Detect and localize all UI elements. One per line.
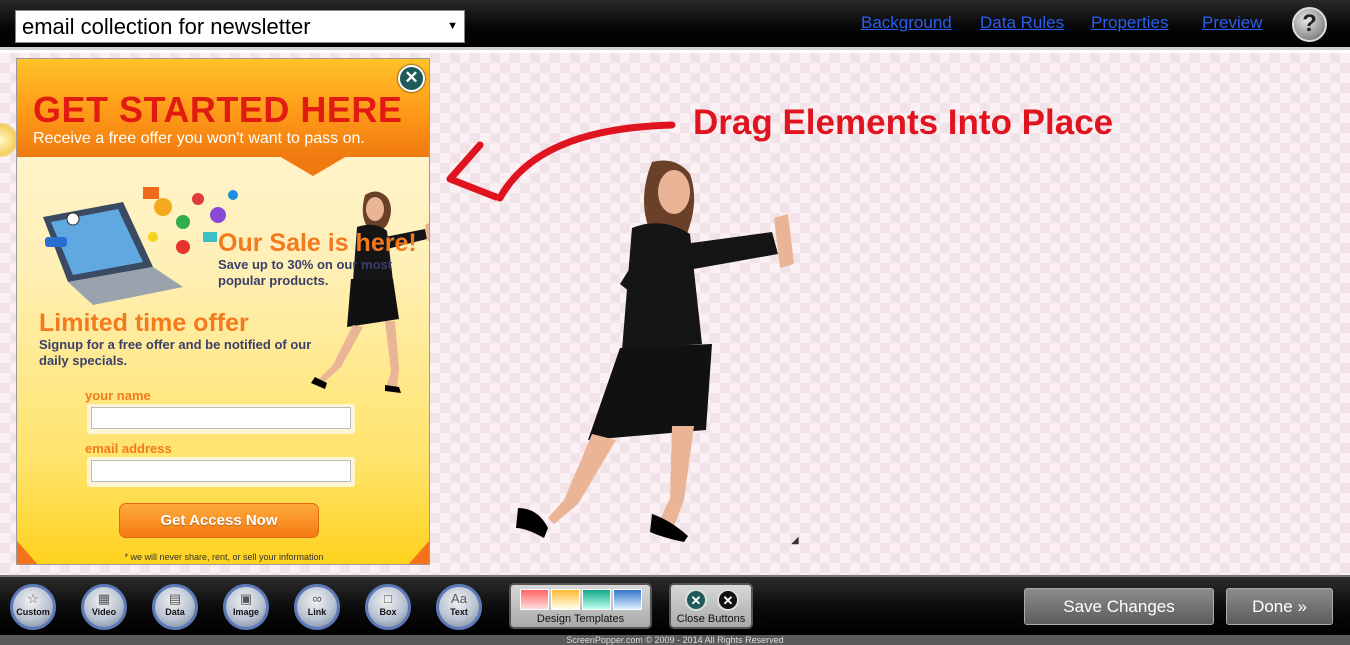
close-icon: ✕	[717, 589, 739, 611]
sale-heading[interactable]: Our Sale is here!	[218, 229, 417, 258]
chevron-down-icon: ▼	[447, 20, 458, 32]
star-icon: ☆	[27, 591, 39, 606]
tool-label: Link	[307, 607, 327, 617]
properties-link[interactable]: Properties	[1091, 13, 1168, 33]
resize-handle-icon[interactable]: ◢	[791, 535, 799, 546]
popup-select[interactable]: email collection for newsletter ▼	[15, 10, 465, 43]
tool-label: Video	[91, 607, 117, 617]
close-buttons-button[interactable]: ✕ ✕ Close Buttons	[669, 583, 753, 629]
editor-canvas[interactable]: GET STARTED HERE Receive a free offer yo…	[0, 53, 1350, 575]
image-tool-button[interactable]: ▣ Image	[223, 584, 269, 630]
design-templates-button[interactable]: Design Templates	[509, 583, 652, 629]
template-thumbnail	[613, 589, 642, 610]
template-thumbnail	[520, 589, 549, 610]
popup-preview[interactable]: GET STARTED HERE Receive a free offer yo…	[16, 58, 430, 565]
data-rules-link[interactable]: Data Rules	[980, 13, 1064, 33]
form-icon: ▤	[168, 591, 182, 606]
tool-label: Box	[379, 607, 397, 617]
text-tool-button[interactable]: Aa Text	[436, 584, 482, 630]
tool-label: Text	[450, 607, 468, 617]
preview-link[interactable]: Preview	[1202, 13, 1262, 33]
privacy-disclaimer: * we will never share, rent, or sell you…	[124, 552, 324, 562]
link-tool-button[interactable]: ∞ Link	[294, 584, 340, 630]
video-tool-button[interactable]: ▦ Video	[81, 584, 127, 630]
done-button[interactable]: Done »	[1226, 588, 1333, 625]
sale-text[interactable]: Save up to 30% on our most popular produ…	[218, 257, 408, 289]
text-icon: Aa	[451, 591, 467, 606]
woman-pushing-small[interactable]	[285, 187, 430, 402]
link-icon: ∞	[312, 591, 322, 606]
popup-subtitle[interactable]: Receive a free offer you won't want to p…	[33, 130, 365, 148]
design-templates-label: Design Templates	[536, 613, 625, 625]
popup-title[interactable]: GET STARTED HERE	[33, 89, 402, 131]
header-notch	[279, 156, 347, 176]
top-bar: email collection for newsletter ▼ Backgr…	[0, 0, 1350, 50]
popup-select-value: email collection for newsletter	[22, 14, 311, 39]
woman-pushing-large[interactable]	[512, 158, 812, 548]
box-tool-button[interactable]: □ Box	[365, 584, 411, 630]
close-icon[interactable]: ✕	[398, 65, 425, 92]
tool-label: Data	[165, 607, 185, 617]
image-icon: ▣	[239, 591, 253, 606]
close-buttons-label: Close Buttons	[676, 613, 746, 625]
tool-label: Custom	[16, 607, 50, 617]
email-field-wrap	[87, 457, 355, 487]
film-icon: ▦	[97, 591, 111, 606]
drag-instruction: Drag Elements Into Place	[693, 103, 1114, 142]
double-chevron-right-icon: »	[1297, 597, 1307, 616]
template-thumbnail	[582, 589, 611, 610]
template-thumbnail	[551, 589, 580, 610]
copyright-footer: ScreenPopper.com © 2009 - 2014 All Right…	[0, 635, 1350, 645]
bottom-toolbar: ☆ Custom ▦ Video ▤ Data ▣ Image ∞ Link □…	[0, 575, 1350, 635]
done-label: Done	[1252, 597, 1293, 616]
box-icon: □	[384, 591, 392, 606]
background-link[interactable]: Background	[861, 13, 952, 33]
get-access-button[interactable]: Get Access Now	[119, 503, 319, 538]
name-input[interactable]	[91, 407, 351, 429]
name-field-wrap	[87, 404, 355, 434]
custom-tool-button[interactable]: ☆ Custom	[10, 584, 56, 630]
limited-offer-text[interactable]: Signup for a free offer and be notified …	[39, 337, 339, 369]
help-button[interactable]: ?	[1292, 7, 1327, 42]
tool-label: Image	[232, 607, 259, 617]
email-label: email address	[85, 441, 172, 456]
save-changes-button[interactable]: Save Changes	[1024, 588, 1214, 625]
limited-offer-heading[interactable]: Limited time offer	[39, 309, 249, 338]
name-label: your name	[85, 388, 151, 403]
email-input[interactable]	[91, 460, 351, 482]
close-icon: ✕	[685, 589, 707, 611]
data-tool-button[interactable]: ▤ Data	[152, 584, 198, 630]
